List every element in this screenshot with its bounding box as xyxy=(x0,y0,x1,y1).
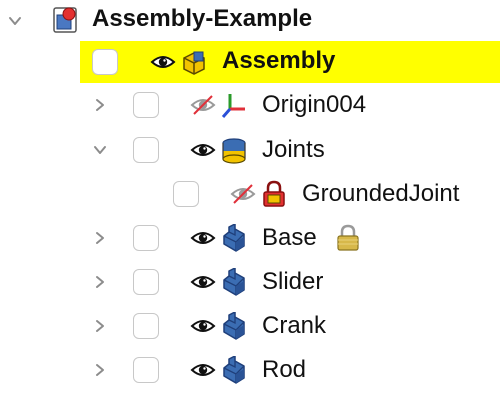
row-checkbox[interactable] xyxy=(173,181,199,207)
tree-row-joints[interactable]: Joints xyxy=(0,129,500,171)
chevron-down-icon[interactable] xyxy=(93,143,107,157)
row-checkbox[interactable] xyxy=(133,269,159,295)
tree-row-document[interactable]: Assembly-Example xyxy=(0,0,500,42)
chevron-right-icon[interactable] xyxy=(93,231,107,245)
freecad-document-icon xyxy=(52,6,80,34)
row-checkbox[interactable] xyxy=(133,137,159,163)
tree-row-crank[interactable]: Crank xyxy=(0,305,500,347)
part-body-icon xyxy=(220,223,248,252)
lock-icon xyxy=(336,224,360,252)
row-checkbox[interactable] xyxy=(133,92,159,118)
joints-group-icon xyxy=(220,136,248,164)
part-body-icon xyxy=(220,267,248,296)
eye-icon[interactable] xyxy=(150,52,176,72)
chevron-down-icon[interactable] xyxy=(8,14,22,28)
tree-item-label[interactable]: Crank xyxy=(262,312,326,340)
tree-row-base[interactable]: Base xyxy=(0,217,500,259)
chevron-right-icon[interactable] xyxy=(93,275,107,289)
part-body-icon xyxy=(220,311,248,340)
eye-icon[interactable] xyxy=(190,228,216,248)
tree-item-label[interactable]: Assembly xyxy=(222,47,335,75)
tree-item-label[interactable]: Base xyxy=(262,224,317,252)
chevron-right-icon[interactable] xyxy=(93,319,107,333)
tree-row-slider[interactable]: Slider xyxy=(0,261,500,303)
tree-item-label[interactable]: Origin004 xyxy=(262,91,366,119)
tree-item-label[interactable]: Rod xyxy=(262,356,306,384)
row-checkbox[interactable] xyxy=(92,49,118,75)
row-checkbox[interactable] xyxy=(133,313,159,339)
eye-hidden-icon[interactable] xyxy=(230,184,256,204)
tree-item-label[interactable]: GroundedJoint xyxy=(302,180,459,208)
chevron-right-icon[interactable] xyxy=(93,363,107,377)
tree-row-groundedjoint[interactable]: GroundedJoint xyxy=(0,173,500,215)
document-label[interactable]: Assembly-Example xyxy=(92,5,312,33)
tree-row-assembly[interactable]: Assembly xyxy=(80,41,500,83)
part-body-icon xyxy=(220,355,248,384)
chevron-right-icon[interactable] xyxy=(93,98,107,112)
eye-icon[interactable] xyxy=(190,316,216,336)
eye-icon[interactable] xyxy=(190,272,216,292)
eye-icon[interactable] xyxy=(190,140,216,160)
tree-item-label[interactable]: Joints xyxy=(262,136,325,164)
tree-row-origin004[interactable]: Origin004 xyxy=(0,84,500,126)
row-checkbox[interactable] xyxy=(133,357,159,383)
assembly-icon xyxy=(180,48,208,76)
eye-icon[interactable] xyxy=(190,360,216,380)
row-checkbox[interactable] xyxy=(133,225,159,251)
grounded-joint-lock-icon xyxy=(260,180,288,208)
tree-item-label[interactable]: Slider xyxy=(262,268,323,296)
eye-hidden-icon[interactable] xyxy=(190,95,216,115)
origin-axes-icon xyxy=(220,91,248,119)
tree-row-rod[interactable]: Rod xyxy=(0,349,500,391)
